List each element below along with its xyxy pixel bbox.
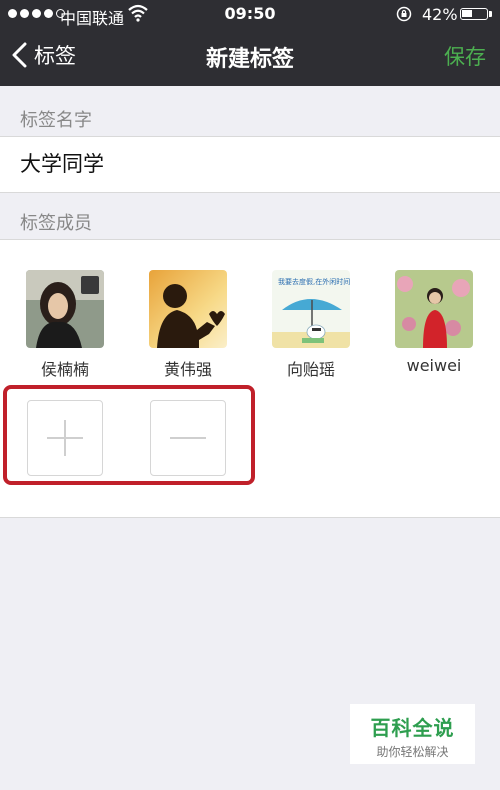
top-bar: 中国联通 09:50 42% 标签 新建标签 保存 — [0, 0, 500, 86]
avatar-text: 我要去度假,在外闲时间请联系 — [278, 277, 350, 286]
members-panel: 侯楠楠 黄伟强 我要去度假,在外闲时间 向贻瑶 weiwei — [0, 239, 500, 518]
member-item[interactable]: 侯楠楠 — [26, 270, 104, 380]
member-name: 侯楠楠 — [40, 360, 89, 379]
highlight-box — [3, 385, 255, 485]
watermark-subtitle: 助你轻松解决 — [376, 745, 449, 759]
avatar — [395, 270, 473, 348]
tag-name-input[interactable] — [20, 151, 460, 175]
page-title: 新建标签 — [205, 47, 294, 72]
avatar — [26, 270, 104, 348]
member-name: 黄伟强 — [163, 360, 212, 379]
avatar: 我要去度假,在外闲时间请联系 — [272, 270, 350, 348]
watermark-title: 百科全说 — [370, 716, 455, 740]
tag-members-section-label: 标签成员 — [20, 213, 92, 234]
nav-bar: 标签 新建标签 保存 — [0, 28, 500, 86]
battery-tip — [489, 11, 492, 17]
battery-percent: 42% — [422, 5, 458, 24]
avatar — [149, 270, 227, 348]
rotation-lock-icon — [396, 6, 412, 22]
member-item[interactable]: 我要去度假,在外闲时间请联系 向贻瑶 — [272, 270, 350, 380]
status-bar: 中国联通 09:50 42% — [0, 0, 500, 28]
member-item[interactable]: weiwei — [395, 270, 473, 375]
watermark-logo: 百科全说 助你轻松解决 — [350, 704, 475, 764]
save-button[interactable]: 保存 — [444, 41, 486, 71]
member-name: 向贻瑶 — [286, 360, 335, 379]
member-item[interactable]: 黄伟强 — [149, 270, 227, 380]
battery-icon — [460, 8, 488, 20]
tag-name-row — [0, 136, 500, 193]
tag-name-section-label: 标签名字 — [20, 110, 92, 131]
member-name: weiwei — [406, 356, 462, 375]
